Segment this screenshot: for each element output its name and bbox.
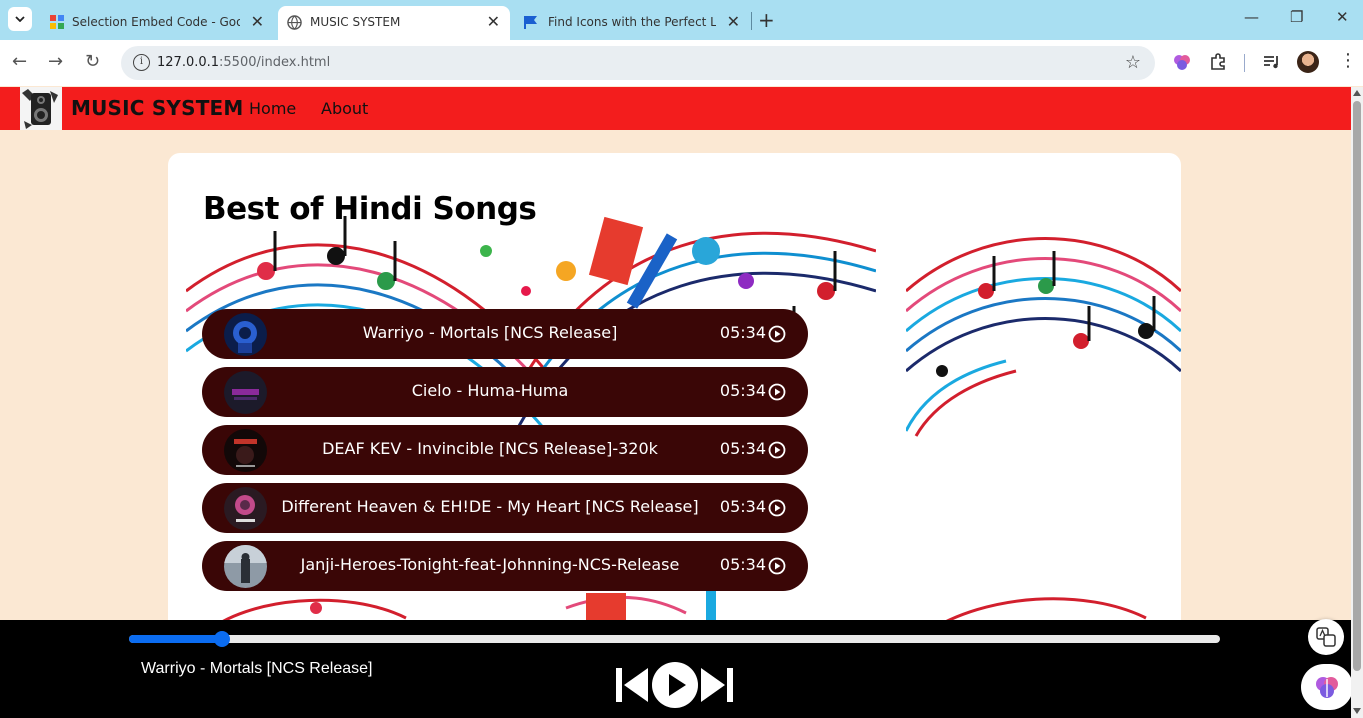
scrollbar-thumb[interactable] [1353, 101, 1361, 671]
url-path: :5500/index.html [219, 55, 331, 70]
next-track-icon[interactable] [700, 666, 734, 704]
song-duration: 05:34 [719, 497, 766, 516]
songs-container: Best of Hindi Songs Warriyo - Mortals [N… [168, 153, 1181, 633]
back-arrow-icon[interactable]: ← [12, 51, 27, 72]
play-circle-icon[interactable] [768, 441, 786, 459]
play-circle-icon[interactable] [768, 557, 786, 575]
close-window-icon[interactable]: ✕ [1336, 8, 1349, 26]
address-bar[interactable]: i 127.0.0.1:5500/index.html ☆ [121, 46, 1155, 80]
globe-icon [287, 15, 302, 30]
tab-search-button[interactable] [8, 7, 32, 31]
toolbar-separator [1244, 54, 1245, 72]
song-title: Different Heaven & EH!DE - My Heart [NCS… [281, 497, 699, 516]
translate-button[interactable] [1308, 619, 1344, 655]
song-cover [224, 313, 267, 356]
site-info-icon[interactable]: i [133, 54, 150, 71]
song-title: DEAF KEV - Invincible [NCS Release]-320k [322, 439, 658, 458]
brain-extension-icon[interactable] [1173, 53, 1191, 71]
puzzle-extension-icon[interactable] [1209, 53, 1227, 71]
forward-arrow-icon[interactable]: → [48, 51, 63, 72]
song-item[interactable]: Cielo - Huma-Huma 05:34 [202, 367, 808, 417]
flag-icon [524, 16, 537, 29]
new-tab-plus-icon[interactable]: + [758, 8, 775, 32]
url-text: 127.0.0.1:5500/index.html [157, 55, 330, 70]
song-item[interactable]: Janji-Heroes-Tonight-feat-Johnning-NCS-R… [202, 541, 808, 591]
tab-music-system[interactable]: MUSIC SYSTEM ✕ [278, 6, 510, 40]
scroll-up-icon[interactable] [1353, 90, 1361, 96]
nav-link-about[interactable]: About [321, 99, 368, 118]
progress-thumb[interactable] [213, 631, 230, 647]
play-circle-icon[interactable] [768, 383, 786, 401]
tab-close-icon[interactable]: ✕ [727, 12, 740, 32]
song-cover [224, 545, 267, 588]
album-art-icon [224, 371, 267, 414]
ai-assistant-button[interactable] [1301, 664, 1353, 710]
album-art-icon [224, 313, 267, 356]
reload-icon[interactable]: ↻ [85, 51, 100, 72]
now-playing-title: Warriyo - Mortals [NCS Release] [141, 660, 373, 677]
song-cover [224, 371, 267, 414]
tab-selection-embed[interactable]: Selection Embed Code - Google ✕ [40, 6, 274, 40]
profile-avatar[interactable] [1297, 51, 1319, 73]
tab-title: Selection Embed Code - Google [72, 15, 240, 29]
song-item[interactable]: Different Heaven & EH!DE - My Heart [NCS… [202, 483, 808, 533]
chevron-down-icon [15, 16, 25, 22]
nav-link-home[interactable]: Home [249, 99, 296, 118]
scroll-down-icon[interactable] [1353, 708, 1361, 714]
song-duration: 05:34 [719, 381, 766, 400]
tab-find-icons[interactable]: Find Icons with the Perfect Look ✕ [514, 6, 750, 40]
music-staff-background-icon [906, 237, 1181, 437]
site-navbar: MUSIC SYSTEM Home About [0, 87, 1351, 130]
play-circle-icon[interactable] [768, 325, 786, 343]
song-title: Warriyo - Mortals [NCS Release] [362, 323, 618, 342]
tab-close-icon[interactable]: ✕ [487, 12, 500, 32]
tab-separator [751, 12, 752, 30]
kebab-menu-icon[interactable]: ⋮ [1339, 50, 1357, 71]
album-art-icon [224, 545, 267, 588]
play-circle-icon[interactable] [768, 499, 786, 517]
url-host: 127.0.0.1 [157, 55, 220, 70]
music-player-bar: Warriyo - Mortals [NCS Release] [0, 620, 1351, 718]
song-duration: 05:34 [719, 555, 766, 574]
page-scrollbar[interactable] [1351, 87, 1363, 718]
bookmark-star-icon[interactable]: ☆ [1125, 52, 1141, 73]
album-art-icon [224, 429, 267, 472]
previous-track-icon[interactable] [615, 666, 649, 704]
song-item[interactable]: Warriyo - Mortals [NCS Release] 05:34 [202, 309, 808, 359]
song-item[interactable]: DEAF KEV - Invincible [NCS Release]-320k… [202, 425, 808, 475]
minimize-icon[interactable]: — [1244, 8, 1259, 26]
brain-icon [1316, 677, 1338, 698]
album-art-icon [224, 487, 267, 530]
speaker-icon [20, 87, 62, 130]
tab-title: MUSIC SYSTEM [310, 15, 401, 29]
song-title: Cielo - Huma-Huma [411, 381, 569, 400]
media-control-icon[interactable] [1263, 54, 1281, 70]
song-cover [224, 487, 267, 530]
site-brand[interactable]: MUSIC SYSTEM [71, 96, 244, 120]
song-duration: 05:34 [719, 323, 766, 342]
song-duration: 05:34 [719, 439, 766, 458]
tab-title: Find Icons with the Perfect Look [548, 15, 716, 29]
speaker-logo [20, 87, 62, 130]
translate-icon [1316, 627, 1336, 647]
restore-icon[interactable]: ❐ [1290, 8, 1303, 26]
tab-close-icon[interactable]: ✕ [251, 12, 264, 32]
browser-toolbar: ← → ↻ i 127.0.0.1:5500/index.html ☆ ⋮ [0, 40, 1363, 86]
colorful-app-icon [50, 15, 64, 29]
progress-fill [129, 635, 222, 643]
browser-tabstrip: Selection Embed Code - Google ✕ MUSIC SY… [0, 0, 1363, 40]
page-title: Best of Hindi Songs [203, 191, 537, 227]
progress-slider[interactable] [129, 631, 1220, 647]
song-cover [224, 429, 267, 472]
play-button-icon[interactable] [651, 661, 699, 709]
song-title: Janji-Heroes-Tonight-feat-Johnning-NCS-R… [300, 555, 680, 574]
